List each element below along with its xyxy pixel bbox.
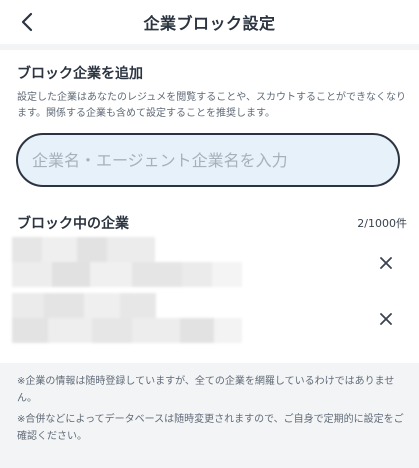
add-block-description: 設定した企業はあなたのレジュメを閲覧することや、スカウトすることができなくなりま… (17, 92, 406, 119)
blocked-company-row (0, 237, 419, 289)
note-text: ※合併などによってデータベースは随時変更されますので、ご自身で定期的に設定をご確… (17, 414, 404, 442)
blocked-section-title: ブロック中の企業 (17, 216, 129, 232)
close-icon[interactable] (378, 255, 394, 271)
blocked-count: 2/1000件 (357, 217, 407, 230)
blurred-company-name (12, 293, 242, 343)
add-block-section-title: ブロック企業を追加 (17, 66, 143, 82)
note-text: ※企業の情報は随時登録していますが、全ての企業を網羅しているわけではありません。 (17, 376, 395, 404)
header: 企業ブロック設定 (0, 0, 419, 44)
close-icon[interactable] (378, 311, 394, 327)
company-search-field[interactable] (16, 133, 400, 187)
page-title: 企業ブロック設定 (143, 14, 276, 33)
divider (0, 44, 419, 50)
blocked-company-row (0, 293, 419, 345)
blurred-company-name (12, 237, 242, 287)
company-search-input[interactable] (32, 135, 384, 185)
notes-panel: ※企業の情報は随時登録していますが、全ての企業を網羅しているわけではありません。… (0, 363, 419, 468)
